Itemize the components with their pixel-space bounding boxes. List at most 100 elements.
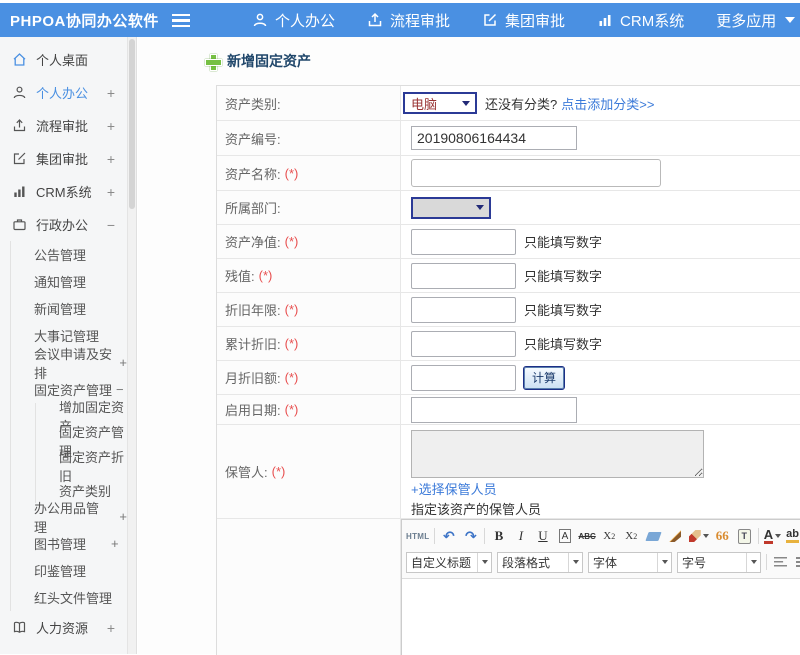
start-date-input[interactable] (411, 397, 577, 423)
sidebar-item-book-mgmt[interactable]: 图书管理+ (11, 530, 127, 557)
keeper-textarea[interactable] (411, 430, 704, 478)
asset-no-input[interactable] (411, 126, 577, 150)
sidebar-item-admin-office[interactable]: 行政办公 − (0, 208, 127, 241)
align-left-icon[interactable] (772, 553, 789, 571)
bar-chart-icon (597, 12, 613, 28)
editor-content-area[interactable] (402, 579, 800, 655)
nav-more-apps[interactable]: 更多应用 (716, 10, 795, 31)
strikethrough-icon[interactable]: ABC (578, 527, 595, 545)
choose-keeper-link[interactable]: +选择保管人员 (411, 479, 497, 498)
field-label: 资产名称: (225, 164, 281, 183)
clear-format-icon[interactable] (667, 527, 684, 545)
required-mark: (*) (285, 336, 299, 351)
sidebar-item-seal-mgmt[interactable]: 印鉴管理 (11, 557, 127, 584)
sidebar-item-office-supplies-mgmt[interactable]: 办公用品管理+ (11, 503, 127, 530)
keeper-hint: 指定该资产的保管人员 (411, 499, 541, 518)
form-row-department: 所属部门: (217, 191, 800, 225)
category-select[interactable]: 电脑 (403, 92, 477, 114)
chevron-down-icon (785, 17, 795, 23)
sidebar-item-news-mgmt[interactable]: 新闻管理 (11, 295, 127, 322)
department-select[interactable] (411, 197, 491, 219)
select-value: 字号 (678, 554, 746, 571)
font-border-icon[interactable]: A (559, 529, 572, 543)
collapse-minus-icon[interactable]: − (107, 217, 115, 233)
field-label: 折旧年限: (225, 300, 281, 319)
sidebar-item-workflow-approval[interactable]: 流程审批 + (0, 109, 127, 142)
nav-crm-system[interactable]: CRM系统 (597, 10, 684, 31)
redo-icon[interactable]: ↷ (462, 527, 479, 545)
accumulated-depreciation-input[interactable] (411, 331, 516, 357)
main-content: 新增固定资产 资产类别: 电脑 还没有分类? 点击添加分类>> 资产编号: 资产 (138, 37, 800, 654)
expand-plus-icon[interactable]: + (119, 355, 127, 370)
font-family-select[interactable]: 字体 (588, 552, 672, 573)
sidebar-item-meeting-request[interactable]: 会议申请及安排+ (11, 349, 127, 376)
font-color-icon[interactable]: A (764, 527, 781, 545)
number-only-hint: 只能填写数字 (524, 232, 602, 251)
hamburger-menu-icon[interactable] (172, 14, 190, 27)
field-label: 所属部门: (225, 198, 281, 217)
scrollbar-thumb[interactable] (129, 39, 135, 209)
expand-plus-icon[interactable]: + (111, 536, 119, 551)
sidebar-item-personal-desktop[interactable]: 个人桌面 (0, 43, 127, 76)
sidebar-item-crm-system[interactable]: CRM系统 + (0, 175, 127, 208)
custom-title-select[interactable]: 自定义标题 (406, 552, 492, 573)
paragraph-format-select[interactable]: 段落格式 (497, 552, 583, 573)
net-value-input[interactable] (411, 229, 516, 255)
form-row-category: 资产类别: 电脑 还没有分类? 点击添加分类>> (217, 86, 800, 121)
expand-plus-icon[interactable]: + (119, 509, 127, 524)
residual-value-input[interactable] (411, 263, 516, 289)
sidebar-item-notice-mgmt[interactable]: 通知管理 (11, 268, 127, 295)
expand-plus-icon[interactable]: + (107, 118, 115, 134)
nav-group-approval[interactable]: 集团审批 (482, 10, 565, 31)
nav-personal-office[interactable]: 个人办公 (252, 10, 335, 31)
sidebar-item-personal-office[interactable]: 个人办公 + (0, 76, 127, 109)
underline-icon[interactable]: U (534, 527, 551, 545)
select-value: 自定义标题 (407, 554, 477, 571)
form-row-net-value: 资产净值:(*) 只能填写数字 (217, 225, 800, 259)
nav-workflow-approval[interactable]: 流程审批 (367, 10, 450, 31)
asset-name-input[interactable] (411, 159, 661, 187)
sidebar-item-human-resources[interactable]: 人力资源 + (0, 611, 127, 644)
collapse-minus-icon[interactable]: − (116, 382, 124, 397)
sidebar-item-official-doc-mgmt[interactable]: 公文管理 + (0, 644, 127, 654)
italic-icon[interactable]: I (512, 527, 529, 545)
add-category-link[interactable]: 点击添加分类>> (561, 94, 654, 113)
sidebar-item-label: 会议申请及安排 (34, 344, 115, 382)
undo-icon[interactable]: ↶ (440, 527, 457, 545)
expand-plus-icon[interactable]: + (107, 151, 115, 167)
sidebar-item-label: 大事记管理 (34, 326, 99, 345)
expand-plus-icon[interactable]: + (107, 620, 115, 636)
paste-text-icon[interactable]: T (736, 527, 753, 545)
depreciation-years-input[interactable] (411, 297, 516, 323)
nav-label: CRM系统 (620, 10, 684, 31)
form-row-asset-no: 资产编号: (217, 121, 800, 156)
sidebar-scrollbar[interactable] (128, 37, 137, 654)
sidebar-item-red-header-doc-mgmt[interactable]: 红头文件管理 (11, 584, 127, 611)
highlight-color-icon[interactable]: ab (786, 527, 800, 545)
subscript-icon[interactable]: X2 (623, 527, 640, 545)
sidebar-item-group-approval[interactable]: 集团审批 + (0, 142, 127, 175)
sidebar-item-fixed-asset-depreciation[interactable]: 固定资产折旧 (36, 453, 127, 478)
sidebar-item-announcement-mgmt[interactable]: 公告管理 (11, 241, 127, 268)
font-size-select[interactable]: 字号 (677, 552, 761, 573)
form-row-editor: HTML ↶ ↷ B I U A ABC X2 X2 (217, 519, 800, 655)
number-only-hint: 只能填写数字 (524, 334, 602, 353)
sidebar-item-label: 红头文件管理 (34, 588, 112, 607)
html-source-icon[interactable]: HTML (406, 527, 429, 545)
form-row-residual-value: 残值:(*) 只能填写数字 (217, 259, 800, 293)
eraser-icon[interactable] (645, 527, 662, 545)
bar-chart-icon (12, 184, 27, 199)
calculate-button[interactable]: 计算 (524, 367, 564, 389)
align-center-icon[interactable] (794, 553, 800, 571)
blockquote-icon[interactable]: 66 (714, 527, 731, 545)
sidebar-item-label: 通知管理 (34, 272, 86, 291)
format-painter-icon[interactable] (689, 527, 709, 545)
monthly-depreciation-input[interactable] (411, 365, 516, 391)
sidebar-submenu-fixed-asset: 增加固定资产 固定资产管理 固定资产折旧 资产类别 (35, 403, 127, 503)
expand-plus-icon[interactable]: + (107, 85, 115, 101)
sidebar-item-label: 公告管理 (34, 245, 86, 264)
bold-icon[interactable]: B (490, 527, 507, 545)
expand-plus-icon[interactable]: + (107, 184, 115, 200)
superscript-icon[interactable]: X2 (601, 527, 618, 545)
field-label: 残值: (225, 266, 255, 285)
